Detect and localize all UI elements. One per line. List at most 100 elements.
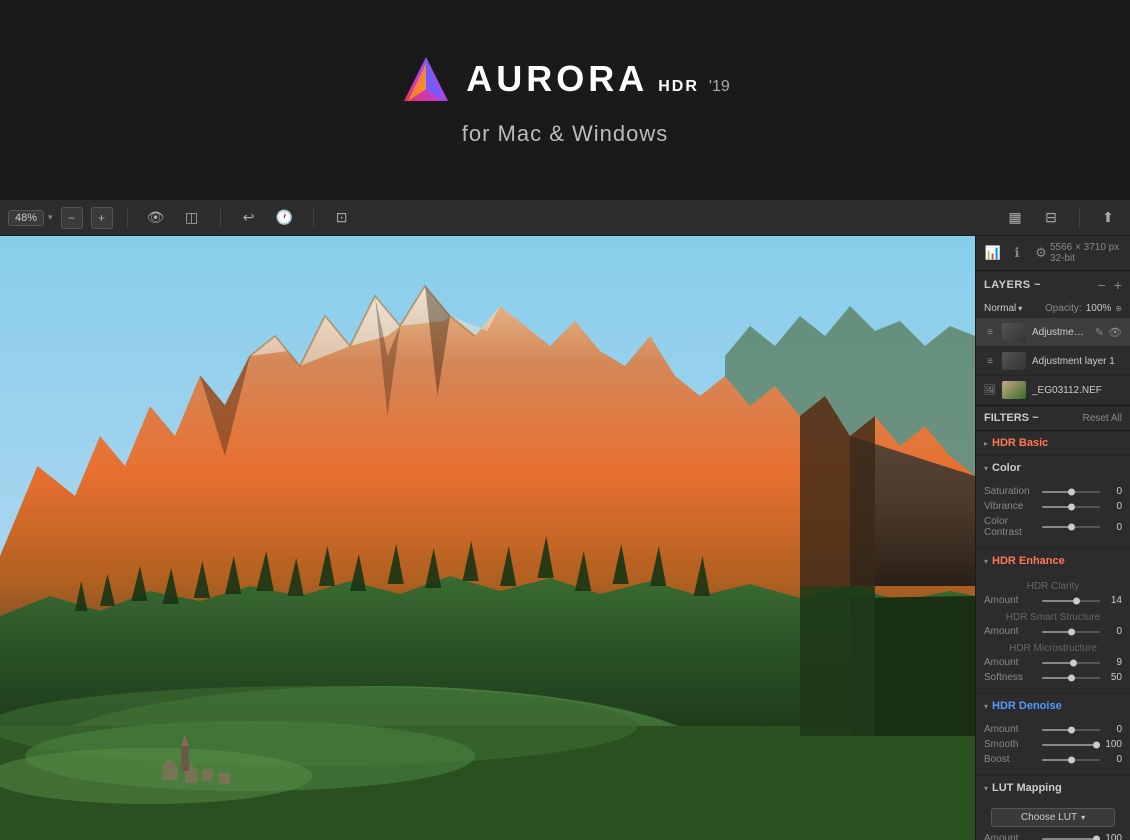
tagline: for Mac & Windows	[462, 121, 669, 147]
layers-section-header[interactable]: LAYERS ~ − +	[976, 271, 1130, 299]
layer-item-2[interactable]: 🖼 _EG03112.NEF	[976, 376, 1130, 405]
opacity-control: Opacity: 100% ⊕	[1045, 303, 1122, 314]
denoise-boost-slider-wrap[interactable]	[1042, 759, 1100, 761]
layer-pencil-icon[interactable]: ✎	[1095, 326, 1104, 339]
undo-icon[interactable]: ↩	[235, 207, 263, 229]
logo-row: AURORA HDR '19	[400, 53, 730, 105]
filter-group-hdr-denoise: ▾ HDR Denoise Amount 0	[976, 694, 1130, 776]
lut-amount-slider[interactable]	[1042, 838, 1100, 840]
filter-group-hdr-basic-title: HDR Basic	[992, 437, 1048, 449]
filter-group-hdr-basic: ▸ HDR Basic	[976, 431, 1130, 456]
filters-header: FILTERS ~ Reset All	[976, 406, 1130, 431]
filter-group-hdr-enhance-title: HDR Enhance	[992, 555, 1065, 567]
denoise-smooth-slider[interactable]	[1042, 744, 1100, 746]
zoom-minus-button[interactable]: −	[61, 207, 83, 229]
saturation-value: 0	[1100, 486, 1122, 497]
filter-group-hdr-basic-header[interactable]: ▸ HDR Basic	[976, 431, 1130, 455]
panel-icon-group: 📊 ℹ ⚙	[984, 244, 1050, 262]
opacity-value[interactable]: 100%	[1086, 303, 1112, 314]
micro-softness-label: Softness	[984, 672, 1042, 683]
chevron-down-icon[interactable]: ▾	[48, 212, 53, 223]
layer-name-0: Adjustment layer 2	[1032, 327, 1089, 338]
smart-amount-slider[interactable]	[1042, 631, 1100, 633]
reset-all-button[interactable]: Reset All	[1083, 413, 1122, 424]
lut-chevron-icon: ▾	[1081, 813, 1085, 822]
saturation-slider[interactable]	[1042, 491, 1100, 493]
filter-group-lut-mapping-header[interactable]: ▾ LUT Mapping	[976, 776, 1130, 800]
filter-group-color-title: Color	[992, 462, 1021, 474]
saturation-slider-wrap[interactable]	[1042, 491, 1100, 493]
layer-adjust-icon-0: ≡	[984, 326, 996, 338]
micro-amount-value: 9	[1100, 657, 1122, 668]
layers-add-button[interactable]: +	[1114, 277, 1122, 293]
hdr-micro-label: HDR Microstructure	[984, 639, 1122, 655]
history-icon[interactable]: 🕐	[271, 207, 299, 229]
filter-group-color-header[interactable]: ▾ Color	[976, 456, 1130, 480]
lut-amount-slider-wrap[interactable]	[1042, 838, 1100, 840]
toolbar-separator-2	[220, 209, 221, 227]
color-contrast-slider[interactable]	[1042, 526, 1100, 528]
layer-adjust-icon-1: ≡	[984, 355, 996, 367]
smart-amount-slider-wrap[interactable]	[1042, 631, 1100, 633]
export-icon[interactable]: ⬆	[1094, 207, 1122, 229]
sliders-icon[interactable]: ⊟	[1037, 207, 1065, 229]
layers-title: LAYERS ~	[984, 279, 1041, 291]
micro-softness-slider[interactable]	[1042, 677, 1100, 679]
layer-name-2: _EG03112.NEF	[1032, 385, 1122, 396]
toolbar-separator-4	[1079, 209, 1080, 227]
right-panel: 📊 ℹ ⚙ 5566 × 3710 px 32-bit LAYERS ~ − +	[975, 236, 1130, 840]
denoise-amount-slider-wrap[interactable]	[1042, 729, 1100, 731]
hdr-smart-label: HDR Smart Structure	[984, 608, 1122, 624]
before-after-icon[interactable]: ◫	[178, 207, 206, 229]
filter-group-hdr-denoise-header[interactable]: ▾ HDR Denoise	[976, 694, 1130, 718]
chevron-icon: ▸	[984, 439, 988, 448]
layer-photo-icon: 🖼	[984, 384, 996, 396]
vibrance-slider-wrap[interactable]	[1042, 506, 1100, 508]
settings-panel-icon[interactable]: ⚙	[1032, 244, 1050, 262]
filter-group-hdr-enhance-header[interactable]: ▾ HDR Enhance	[976, 549, 1130, 573]
layer-thumb-2	[1002, 381, 1026, 399]
vibrance-slider[interactable]	[1042, 506, 1100, 508]
landscape	[0, 236, 975, 840]
choose-lut-button[interactable]: Choose LUT ▾	[991, 808, 1115, 827]
denoise-amount-slider[interactable]	[1042, 729, 1100, 731]
filter-group-hdr-enhance-controls: HDR Clarity Amount 14	[976, 573, 1130, 693]
denoise-smooth-value: 100	[1100, 739, 1122, 750]
zoom-value[interactable]: 48%	[8, 210, 44, 226]
layers-section: LAYERS ~ − + Normal ▾ Opacity: 100%	[976, 271, 1130, 406]
denoise-boost-slider[interactable]	[1042, 759, 1100, 761]
blend-mode-select[interactable]: Normal ▾	[984, 303, 1022, 314]
layer-item-1[interactable]: ≡ Adjustment layer 1	[976, 347, 1130, 376]
denoise-boost-label: Boost	[984, 754, 1042, 765]
toolbar-separator-3	[313, 209, 314, 227]
micro-amount-slider[interactable]	[1042, 662, 1100, 664]
filter-group-color: ▾ Color Saturation 0	[976, 456, 1130, 549]
photo-canvas[interactable]	[0, 236, 975, 840]
grid-icon[interactable]: ▦	[1001, 207, 1029, 229]
denoise-smooth-slider-wrap[interactable]	[1042, 744, 1100, 746]
blend-mode-row: Normal ▾ Opacity: 100% ⊕	[976, 299, 1130, 318]
eye-icon[interactable]: 👁	[142, 207, 170, 229]
layer-name-1: Adjustment layer 1	[1032, 356, 1122, 367]
toolbar-separator-1	[127, 209, 128, 227]
saturation-label: Saturation	[984, 486, 1042, 497]
color-contrast-slider-wrap[interactable]	[1042, 526, 1100, 528]
clarity-amount-slider[interactable]	[1042, 600, 1100, 602]
micro-softness-slider-wrap[interactable]	[1042, 677, 1100, 679]
layer-item-0[interactable]: ≡ Adjustment layer 2 ✎ 👁	[976, 318, 1130, 347]
choose-lut-label: Choose LUT	[1021, 812, 1077, 823]
crop-icon[interactable]: ⊡	[328, 207, 356, 229]
clarity-amount-label: Amount	[984, 595, 1042, 606]
branding-area: AURORA HDR '19 for Mac & Windows	[0, 0, 1130, 200]
clarity-amount-slider-wrap[interactable]	[1042, 600, 1100, 602]
micro-amount-row: Amount 9	[984, 655, 1122, 670]
info-panel-icon[interactable]: ℹ	[1008, 244, 1026, 262]
micro-amount-slider-wrap[interactable]	[1042, 662, 1100, 664]
opacity-adjust-icon[interactable]: ⊕	[1115, 304, 1122, 313]
panel-top-bar: 📊 ℹ ⚙ 5566 × 3710 px 32-bit	[976, 236, 1130, 271]
histogram-panel-icon[interactable]: 📊	[984, 244, 1002, 262]
layers-remove-button[interactable]: −	[1098, 277, 1106, 293]
zoom-plus-button[interactable]: +	[91, 207, 113, 229]
layer-eye-icon[interactable]: 👁	[1108, 326, 1122, 339]
denoise-amount-label: Amount	[984, 724, 1042, 735]
